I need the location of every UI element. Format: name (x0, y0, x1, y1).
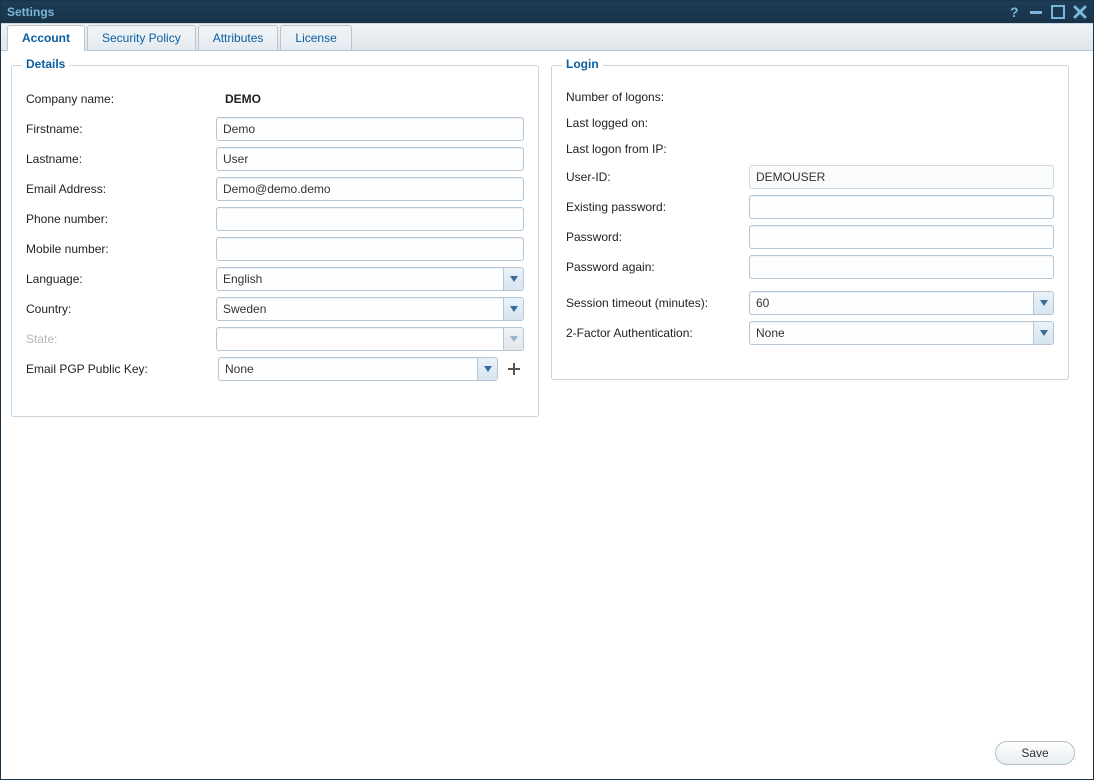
company-value: DEMO (221, 90, 265, 108)
twofa-select[interactable]: None (749, 321, 1054, 345)
lastname-input[interactable] (216, 147, 524, 171)
email-label: Email Address: (26, 182, 216, 196)
mobile-label: Mobile number: (26, 242, 216, 256)
country-value: Sweden (223, 302, 266, 316)
details-panel: Details Company name: DEMO Firstname: La… (11, 65, 539, 417)
add-pgp-button[interactable] (504, 359, 524, 379)
firstname-input[interactable] (216, 117, 524, 141)
firstname-label: Firstname: (26, 122, 216, 136)
lastlogon-label: Last logged on: (566, 116, 761, 130)
lastname-label: Lastname: (26, 152, 216, 166)
tab-account[interactable]: Account (7, 25, 85, 51)
maximize-icon[interactable] (1051, 5, 1065, 19)
chevron-down-icon (477, 358, 497, 380)
language-value: English (223, 272, 262, 286)
password-label: Password: (566, 230, 749, 244)
userid-value: DEMOUSER (749, 165, 1054, 189)
help-icon[interactable]: ? (1007, 5, 1021, 19)
settings-window: Settings ? Account Security Policy Attri… (0, 0, 1094, 780)
pgp-label: Email PGP Public Key: (26, 362, 218, 376)
twofa-value: None (756, 326, 785, 340)
language-label: Language: (26, 272, 216, 286)
email-input[interactable] (216, 177, 524, 201)
userid-label: User-ID: (566, 170, 749, 184)
phone-input[interactable] (216, 207, 524, 231)
svg-text:?: ? (1010, 5, 1019, 19)
password-input[interactable] (749, 225, 1054, 249)
tab-attributes[interactable]: Attributes (198, 25, 279, 50)
close-icon[interactable] (1073, 5, 1087, 19)
login-legend: Login (562, 57, 603, 71)
existingpw-label: Existing password: (566, 200, 749, 214)
plus-icon (506, 361, 522, 377)
timeout-select[interactable]: 60 (749, 291, 1054, 315)
chevron-down-icon (503, 268, 523, 290)
tab-security-policy[interactable]: Security Policy (87, 25, 196, 50)
language-select[interactable]: English (216, 267, 524, 291)
tabbar: Account Security Policy Attributes Licen… (1, 23, 1093, 51)
existing-password-input[interactable] (749, 195, 1054, 219)
minimize-icon[interactable] (1029, 5, 1043, 19)
login-panel: Login Number of logons: Last logged on: … (551, 65, 1069, 380)
mobile-input[interactable] (216, 237, 524, 261)
twofa-label: 2-Factor Authentication: (566, 326, 749, 340)
window-title: Settings (7, 5, 1007, 19)
chevron-down-icon (1033, 292, 1053, 314)
timeout-value: 60 (756, 296, 769, 310)
details-legend: Details (22, 57, 69, 71)
country-select[interactable]: Sweden (216, 297, 524, 321)
company-label: Company name: (26, 92, 221, 106)
state-label: State: (26, 332, 216, 346)
password-again-input[interactable] (749, 255, 1054, 279)
chevron-down-icon (1033, 322, 1053, 344)
phone-label: Phone number: (26, 212, 216, 226)
state-select (216, 327, 524, 351)
country-label: Country: (26, 302, 216, 316)
chevron-down-icon (503, 328, 523, 350)
chevron-down-icon (503, 298, 523, 320)
lastip-label: Last logon from IP: (566, 142, 761, 156)
nlogons-label: Number of logons: (566, 90, 761, 104)
password2-label: Password again: (566, 260, 749, 274)
save-button[interactable]: Save (995, 741, 1075, 765)
tab-license[interactable]: License (280, 25, 351, 50)
pgp-select[interactable]: None (218, 357, 498, 381)
pgp-value: None (225, 362, 254, 376)
titlebar: Settings ? (1, 1, 1093, 23)
timeout-label: Session timeout (minutes): (566, 296, 749, 310)
